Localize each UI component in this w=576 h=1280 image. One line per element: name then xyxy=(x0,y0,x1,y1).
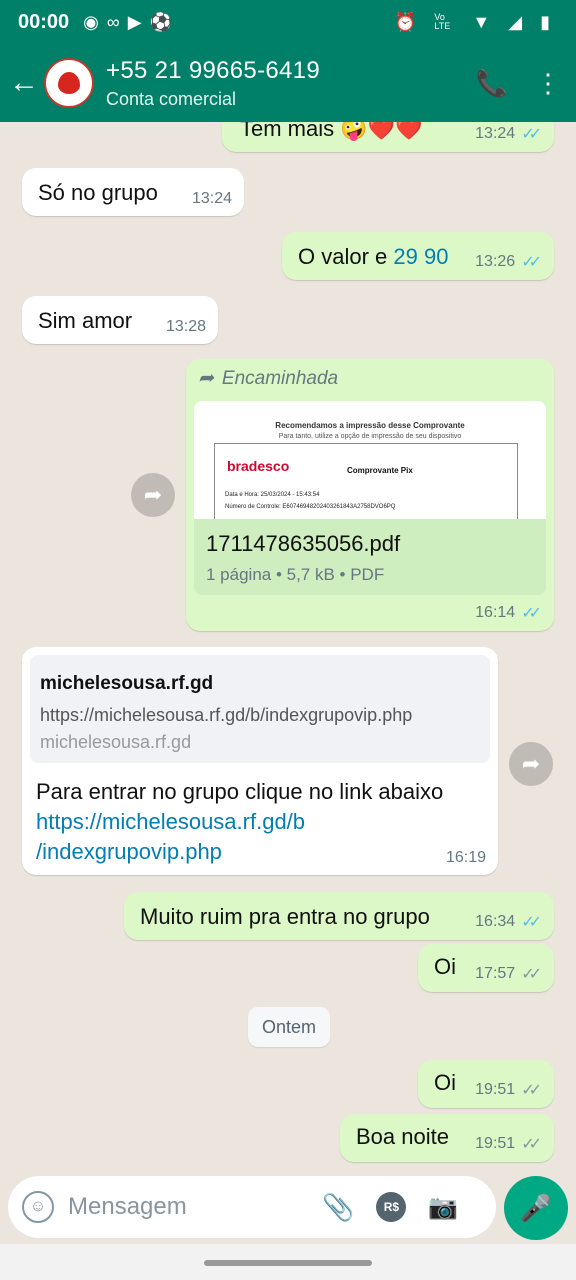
message-text: Boa noite xyxy=(356,1124,449,1149)
doc-type: Comprovante Pix xyxy=(347,466,413,475)
contact-subtitle: Conta comercial xyxy=(106,88,237,109)
chat-header: ← +55 21 99665-6419 Conta comercial 📞 ⋮ xyxy=(0,44,576,122)
file-name: 1711478635056.pdf xyxy=(206,531,401,556)
doc-control-line: Número de Controle: E6074694820240326184… xyxy=(225,504,396,510)
payment-icon[interactable]: R$ xyxy=(376,1192,407,1222)
message-outgoing[interactable]: Oi 19:51 ✓✓ xyxy=(418,1060,554,1108)
voicemail-icon: ∞ xyxy=(106,12,120,32)
signal-icon: ◢ xyxy=(508,12,523,32)
message-incoming[interactable]: Só no grupo 13:24 xyxy=(22,168,244,216)
message-link[interactable]: /indexgrupovip.php xyxy=(36,837,486,867)
message-text: Tem mais 🤪❤️❤️ xyxy=(240,122,423,141)
chat-area[interactable]: Tem mais 🤪❤️❤️ 13:24 ✓✓ Só no grupo 13:24… xyxy=(0,122,576,1174)
message-time: 13:24 xyxy=(475,125,516,142)
youtube-icon: ▶ xyxy=(127,12,142,32)
add-call-icon[interactable]: 📞 xyxy=(464,55,520,111)
doc-preview-title: Recomendamos a impressão desse Comprovan… xyxy=(275,421,465,430)
delivered-ticks-icon: ✓✓ xyxy=(521,1082,542,1099)
battery-icon: ▮ xyxy=(540,12,550,32)
link-preview[interactable]: michelesousa.rf.gd https://michelesousa.… xyxy=(30,655,490,763)
message-outgoing[interactable]: Boa noite 19:51 ✓✓ xyxy=(340,1114,554,1162)
message-text: Para entrar no grupo clique no link abai… xyxy=(36,777,486,867)
alarm-icon: ⏰ xyxy=(394,12,417,32)
delivered-ticks-icon: ✓✓ xyxy=(521,966,542,983)
link-preview-title: michelesousa.rf.gd xyxy=(40,673,214,694)
message-text: Oi xyxy=(434,954,456,979)
attach-icon[interactable]: 📎 xyxy=(322,1192,354,1223)
message-time: 13:28 xyxy=(165,318,206,335)
doc-preview-subtitle: Para tanto, utilize a opção de impressão… xyxy=(278,433,462,440)
document-preview[interactable]: Recomendamos a impressão desse Comprovan… xyxy=(194,401,546,519)
microphone-icon[interactable]: 🎤 xyxy=(504,1176,568,1240)
forward-button-icon[interactable]: ➦ xyxy=(131,473,175,517)
file-meta: 1 página • 5,7 kB • PDF xyxy=(206,565,385,584)
flame-logo-icon xyxy=(58,72,80,94)
forward-button-icon[interactable]: ➦ xyxy=(509,742,553,786)
document-info[interactable]: 1711478635056.pdf 1 página • 5,7 kB • PD… xyxy=(194,519,546,595)
status-time: 00:00 xyxy=(18,10,70,33)
read-ticks-icon: ✓✓ xyxy=(521,914,542,931)
delivered-ticks-icon: ✓✓ xyxy=(521,1136,542,1153)
chrome-icon: ◉ xyxy=(83,12,99,32)
soccer-icon: ⚽ xyxy=(149,12,172,32)
message-time: 17:57 xyxy=(475,965,516,982)
message-text-line: Para entrar no grupo clique no link abai… xyxy=(36,779,444,804)
contact-avatar[interactable] xyxy=(44,58,94,108)
read-ticks-icon: ✓✓ xyxy=(521,605,542,622)
message-time: 19:51 xyxy=(475,1135,516,1152)
message-link[interactable]: https://michelesousa.rf.gd/b xyxy=(36,807,486,837)
message-time: 16:34 xyxy=(475,913,516,930)
emoji-icon[interactable]: ☺ xyxy=(22,1191,54,1223)
message-composer: ☺ 📎 R$ 📷 🎤 xyxy=(0,1174,576,1244)
message-time: 16:14 xyxy=(475,604,516,621)
message-text-part: O valor e xyxy=(298,244,394,269)
message-time: 13:24 xyxy=(191,190,232,207)
read-ticks-icon: ✓✓ xyxy=(521,126,542,143)
forwarded-label: ➦ Encaminhada xyxy=(198,367,338,390)
message-outgoing[interactable]: Tem mais 🤪❤️❤️ 13:24 ✓✓ xyxy=(222,122,554,152)
wifi-icon: ▼ xyxy=(472,12,491,32)
forwarded-text: Encaminhada xyxy=(221,367,339,389)
message-text: O valor e 29 90 xyxy=(298,244,448,270)
message-outgoing-document[interactable]: ➦ Encaminhada Recomendamos a impressão de… xyxy=(186,359,554,631)
back-arrow-icon[interactable]: ← xyxy=(4,63,44,103)
message-text: Sim amor xyxy=(38,308,133,333)
volte-icon: Vo LTE xyxy=(434,12,451,31)
doc-date-line: Data e Hora: 25/03/2024 - 15:43:54 xyxy=(225,492,320,498)
message-time: 16:19 xyxy=(445,849,486,866)
camera-icon[interactable]: 📷 xyxy=(428,1193,458,1222)
date-divider: Ontem xyxy=(248,1007,330,1047)
message-outgoing[interactable]: Muito ruim pra entra no grupo 16:34 ✓✓ xyxy=(124,892,554,940)
message-time: 19:51 xyxy=(475,1081,516,1098)
message-text: Muito ruim pra entra no grupo xyxy=(140,904,430,929)
phone-number-link[interactable]: 29 90 xyxy=(393,244,448,269)
message-time: 13:26 xyxy=(475,253,516,270)
home-gesture-handle[interactable] xyxy=(204,1260,372,1266)
read-ticks-icon: ✓✓ xyxy=(521,254,542,271)
message-input-box[interactable]: ☺ 📎 R$ 📷 xyxy=(8,1176,496,1238)
message-outgoing[interactable]: Oi 17:57 ✓✓ xyxy=(418,944,554,992)
more-options-icon[interactable]: ⋮ xyxy=(520,55,576,111)
message-incoming-link[interactable]: michelesousa.rf.gd https://michelesousa.… xyxy=(22,647,498,875)
link-preview-url: https://michelesousa.rf.gd/b/indexgrupov… xyxy=(40,705,413,725)
forwarded-arrow-icon: ➦ xyxy=(198,368,214,389)
contact-name: +55 21 99665-6419 xyxy=(106,56,320,84)
system-nav-bar xyxy=(0,1244,576,1280)
doc-preview-frame: bradesco Comprovante Pix Data e Hora: 25… xyxy=(214,443,518,519)
message-input[interactable] xyxy=(68,1193,308,1221)
contact-info[interactable]: +55 21 99665-6419 Conta comercial xyxy=(106,57,320,110)
message-text: Só no grupo xyxy=(38,180,158,205)
message-text: Oi xyxy=(434,1070,456,1095)
message-incoming[interactable]: Sim amor 13:28 xyxy=(22,296,218,344)
bradesco-logo-icon: bradesco xyxy=(227,458,290,474)
link-preview-domain: michelesousa.rf.gd xyxy=(40,732,192,752)
status-bar: 00:00 ◉ ∞ ▶ ⚽ ⏰ Vo LTE ▼ ◢ ▮ xyxy=(0,0,576,44)
message-outgoing[interactable]: O valor e 29 90 13:26 ✓✓ xyxy=(282,232,554,280)
